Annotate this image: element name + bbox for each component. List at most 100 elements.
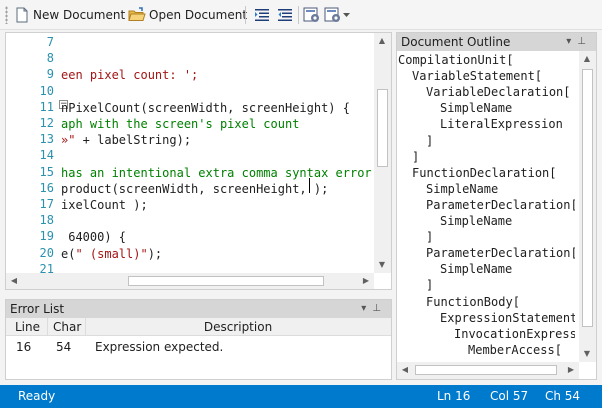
scroll-left-arrow-icon[interactable]: ◀ <box>6 273 22 289</box>
line-number: 18 <box>39 213 54 228</box>
line-number-gutter: 7 8 9 10 11 12 13 14 15 16 17 18 19 20 21 <box>6 33 60 276</box>
line-number: 13 <box>39 132 54 147</box>
settings-icon[interactable] <box>303 6 321 24</box>
code-token: has an intentional extra comma syntax er… <box>61 165 374 180</box>
line-number: 7 <box>46 35 54 49</box>
line-number: 20 <box>39 245 54 260</box>
chevron-down-icon[interactable] <box>343 13 350 18</box>
code-line: 64000) { <box>61 229 126 245</box>
code-line: e(" (small)"); <box>61 246 162 262</box>
toolbar-grip[interactable] <box>5 6 8 24</box>
code-token: e( <box>61 246 76 261</box>
outline-node[interactable]: SimpleName <box>440 101 512 115</box>
outline-horizontal-scrollbar[interactable]: ◀ ▶ <box>397 362 579 379</box>
outline-node[interactable]: CompilationUnit[ <box>398 53 514 67</box>
outline-tree[interactable]: CompilationUnit[ VariableStatement[ Variab… <box>397 51 575 357</box>
line-number: 9 <box>46 67 54 82</box>
status-column: Col 57 <box>490 389 529 403</box>
outline-node[interactable]: SimpleName <box>426 182 498 196</box>
code-line: has an intentional extra comma syntax er… <box>61 165 374 181</box>
error-char-cell: 54 <box>56 340 72 354</box>
text-caret <box>309 178 310 193</box>
line-number: 14 <box>39 148 54 163</box>
document-outline-panel: Document Outline ▾⊥ CompilationUnit[Vari… <box>396 32 597 380</box>
settings-dropdown-icon[interactable] <box>324 6 342 24</box>
outline-node[interactable]: ParameterDeclaration[ <box>426 198 575 212</box>
scroll-down-arrow-icon[interactable]: ▼ <box>374 257 390 273</box>
outline-node[interactable]: SimpleName <box>440 262 512 276</box>
scroll-right-arrow-icon[interactable]: ▶ <box>358 273 374 289</box>
outline-node[interactable]: VariableDeclaration[ <box>426 85 571 99</box>
editor-horizontal-scrollbar[interactable]: ◀ ▶ <box>6 273 374 289</box>
code-line: nPixelCount(screenWidth, screenHeight) { <box>61 100 350 116</box>
new-document-label: New Document <box>33 8 126 22</box>
code-token: product(screenWidth, screenHeight, ); <box>61 181 329 196</box>
pin-icon[interactable]: ⊥ <box>577 36 592 47</box>
code-token: ); <box>147 246 163 261</box>
code-token: aph with the screen's pixel count <box>61 117 300 131</box>
dropdown-icon[interactable]: ▾ <box>566 36 577 47</box>
column-header-line[interactable]: Line <box>6 318 48 336</box>
panel-buttons: ▾⊥ <box>361 300 387 318</box>
indent-icon[interactable] <box>253 6 271 24</box>
line-number: 19 <box>39 229 54 244</box>
line-number: 12 <box>39 116 54 130</box>
outline-node[interactable]: ] <box>426 230 433 244</box>
outline-node[interactable]: FunctionBody[ <box>426 295 520 309</box>
error-list-title: Error List <box>6 300 391 318</box>
status-character: Ch 54 <box>545 389 581 403</box>
open-document-label: Open Document <box>149 8 248 22</box>
open-document-button[interactable]: Open Document <box>128 4 247 26</box>
code-line: aph with the screen's pixel count <box>61 116 299 132</box>
code-token: »" <box>61 133 76 148</box>
pin-icon[interactable]: ⊥ <box>372 303 387 314</box>
code-token: 64000) { <box>61 230 127 245</box>
outline-node[interactable]: FunctionDeclaration[ <box>412 166 557 180</box>
status-line: Ln 16 <box>437 389 471 403</box>
scrollbar-thumb[interactable] <box>415 365 557 375</box>
table-row[interactable]: 16 54 Expression expected. <box>6 338 391 356</box>
status-text: Ready <box>18 389 56 403</box>
error-line-cell: 16 <box>16 340 32 354</box>
scroll-up-arrow-icon[interactable]: ▲ <box>579 51 595 67</box>
scrollbar-thumb[interactable] <box>582 69 593 327</box>
outline-node[interactable]: ] <box>412 150 419 164</box>
outline-vertical-scrollbar[interactable]: ▲ ▼ <box>579 51 596 362</box>
outline-node[interactable]: MemberAccess[ <box>468 343 562 357</box>
outline-node[interactable]: ] <box>426 278 433 292</box>
column-header-char[interactable]: Char <box>48 318 86 336</box>
scrollbar-thumb[interactable] <box>128 276 324 286</box>
code-line: ixelCount ); <box>61 197 148 213</box>
dropdown-icon[interactable]: ▾ <box>361 303 372 314</box>
code-area[interactable]: een pixel count: '; nPixelCount(screenWid… <box>61 33 374 273</box>
line-number: 11 <box>39 99 54 114</box>
outline-node[interactable]: SimpleName <box>440 214 512 228</box>
outline-node[interactable]: VariableStatement[ <box>412 69 542 83</box>
outdent-icon[interactable] <box>276 6 294 24</box>
scroll-up-arrow-icon[interactable]: ▲ <box>374 33 390 49</box>
scroll-right-arrow-icon[interactable]: ▶ <box>563 362 579 378</box>
new-document-button[interactable]: New Document <box>14 4 125 26</box>
scroll-left-arrow-icon[interactable]: ◀ <box>397 362 413 378</box>
error-description-cell: Expression expected. <box>95 340 224 354</box>
code-token: + labelString); <box>75 133 192 148</box>
open-folder-icon <box>128 7 146 21</box>
outline-node[interactable]: ParameterDeclaration[ <box>426 246 575 260</box>
outline-node[interactable]: ExpressionStatement[ <box>440 311 575 325</box>
line-number: 8 <box>46 51 54 66</box>
outline-node[interactable]: ] <box>426 134 433 148</box>
outline-node[interactable]: LiteralExpression <box>440 117 563 131</box>
scrollbar-thumb[interactable] <box>377 89 388 167</box>
scroll-down-arrow-icon[interactable]: ▼ <box>579 346 595 362</box>
toolbar-separator <box>245 6 246 24</box>
code-line: een pixel count: '; <box>61 67 198 83</box>
code-token: een pixel count: '; <box>61 68 199 83</box>
code-token: " (small)" <box>75 246 148 261</box>
line-number: 17 <box>39 197 54 211</box>
column-header-description[interactable]: Description <box>86 318 390 336</box>
outline-node[interactable]: InvocationExpression[ <box>454 327 575 341</box>
code-editor[interactable]: 7 8 9 10 11 12 13 14 15 16 17 18 19 20 21 − een pixel … <box>5 32 392 290</box>
line-number: 10 <box>39 83 54 98</box>
line-number: 16 <box>39 180 54 195</box>
editor-vertical-scrollbar[interactable]: ▲ ▼ <box>374 33 391 273</box>
